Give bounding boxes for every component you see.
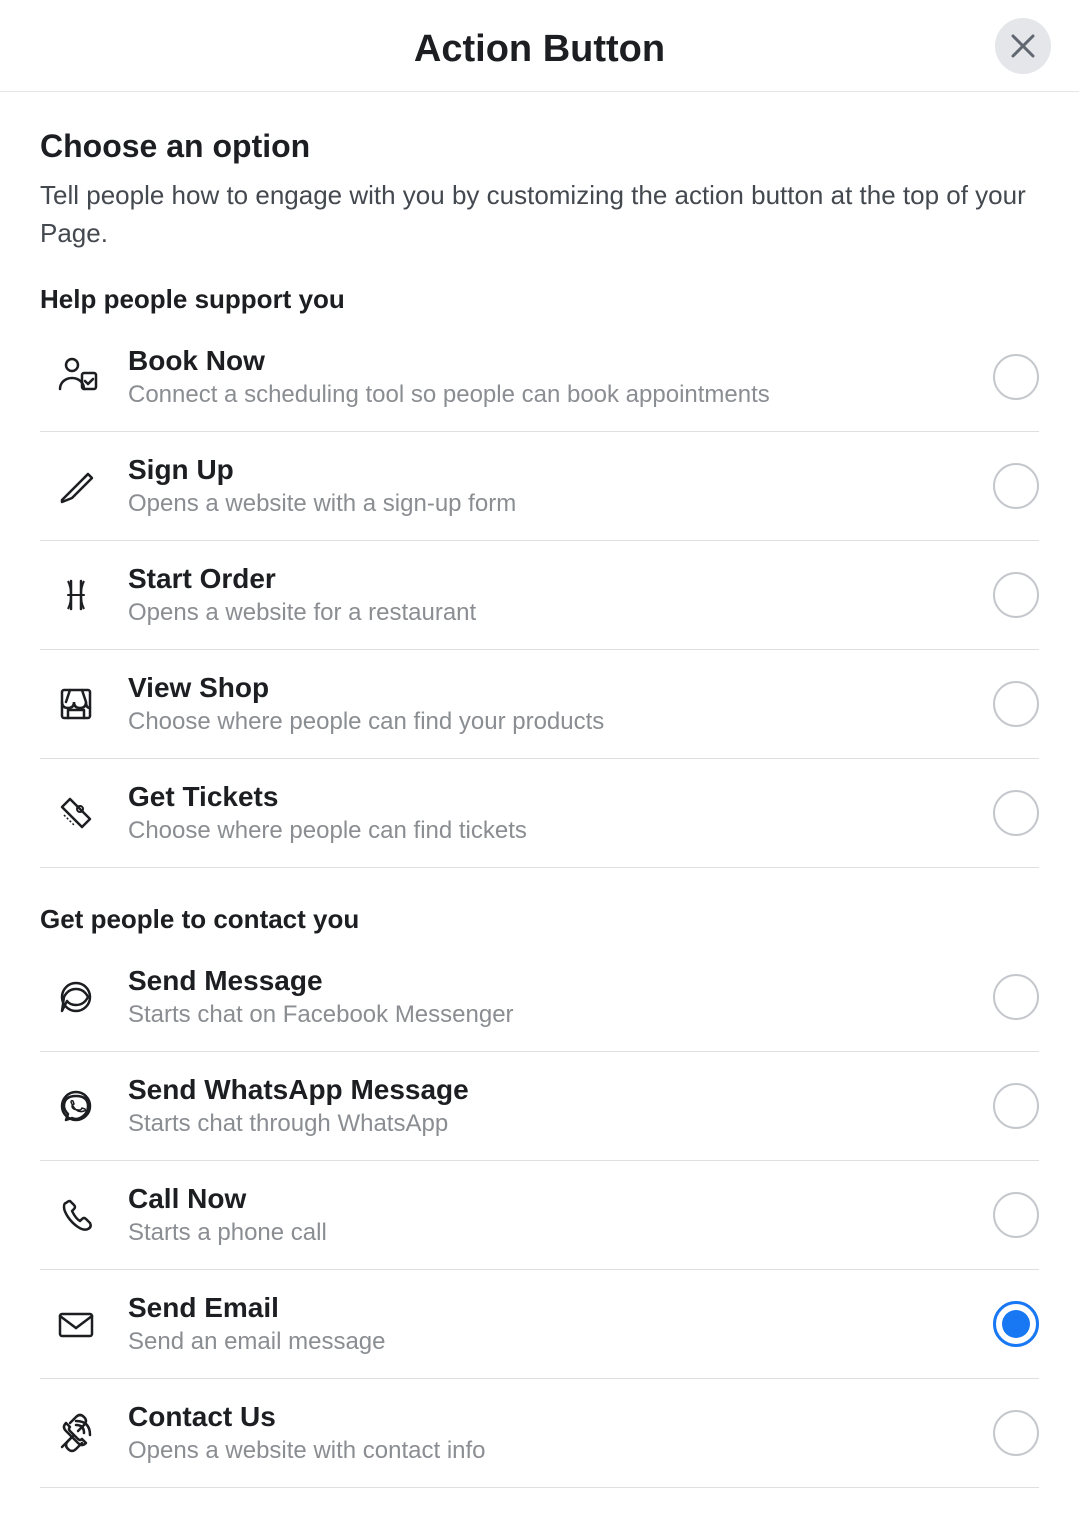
option-send-message-title: Send Message	[128, 965, 977, 997]
option-contact-us-subtitle: Opens a website with contact info	[128, 1437, 977, 1465]
option-contact-us-radio[interactable]	[993, 1410, 1039, 1456]
option-start-order-subtitle: Opens a website for a restaurant	[128, 599, 977, 627]
option-send-message-subtitle: Starts chat on Facebook Messenger	[128, 1001, 977, 1029]
option-send-message-text: Send Message Starts chat on Facebook Mes…	[112, 965, 993, 1029]
option-send-message-radio[interactable]	[993, 974, 1039, 1020]
option-book-now-subtitle: Connect a scheduling tool so people can …	[128, 381, 977, 409]
send-email-icon	[40, 1302, 112, 1346]
option-send-whatsapp-title: Send WhatsApp Message	[128, 1074, 977, 1106]
option-send-whatsapp[interactable]: Send WhatsApp Message Starts chat throug…	[40, 1052, 1039, 1161]
close-button[interactable]	[995, 18, 1051, 74]
option-send-email-radio[interactable]	[993, 1301, 1039, 1347]
option-call-now[interactable]: Call Now Starts a phone call	[40, 1161, 1039, 1270]
option-send-message[interactable]: Send Message Starts chat on Facebook Mes…	[40, 943, 1039, 1052]
option-sign-up[interactable]: Sign Up Opens a website with a sign-up f…	[40, 432, 1039, 541]
section-heading: Choose an option	[40, 128, 1039, 165]
option-call-now-text: Call Now Starts a phone call	[112, 1183, 993, 1247]
option-get-tickets[interactable]: Get Tickets Choose where people can find…	[40, 759, 1039, 868]
option-send-email-subtitle: Send an email message	[128, 1328, 977, 1356]
sign-up-icon	[40, 464, 112, 508]
option-view-shop-text: View Shop Choose where people can find y…	[112, 672, 993, 736]
send-message-icon	[40, 975, 112, 1019]
option-call-now-subtitle: Starts a phone call	[128, 1219, 977, 1247]
option-view-shop-radio[interactable]	[993, 681, 1039, 727]
option-sign-up-title: Sign Up	[128, 454, 977, 486]
option-sign-up-text: Sign Up Opens a website with a sign-up f…	[112, 454, 993, 518]
option-send-email[interactable]: Send Email Send an email message	[40, 1270, 1039, 1379]
option-get-tickets-radio[interactable]	[993, 790, 1039, 836]
option-send-whatsapp-text: Send WhatsApp Message Starts chat throug…	[112, 1074, 993, 1138]
option-book-now-title: Book Now	[128, 345, 977, 377]
option-send-email-text: Send Email Send an email message	[112, 1292, 993, 1356]
option-book-now-text: Book Now Connect a scheduling tool so pe…	[112, 345, 993, 409]
option-book-now[interactable]: Book Now Connect a scheduling tool so pe…	[40, 323, 1039, 432]
option-start-order[interactable]: Start Order Opens a website for a restau…	[40, 541, 1039, 650]
close-icon	[1009, 32, 1037, 60]
content-area: Choose an option Tell people how to enga…	[0, 92, 1079, 1488]
option-contact-us-text: Contact Us Opens a website with contact …	[112, 1401, 993, 1465]
option-sign-up-radio[interactable]	[993, 463, 1039, 509]
option-view-shop[interactable]: View Shop Choose where people can find y…	[40, 650, 1039, 759]
get-tickets-icon	[40, 791, 112, 835]
option-contact-us[interactable]: Contact Us Opens a website with contact …	[40, 1379, 1039, 1488]
option-start-order-text: Start Order Opens a website for a restau…	[112, 563, 993, 627]
option-call-now-radio[interactable]	[993, 1192, 1039, 1238]
option-book-now-radio[interactable]	[993, 354, 1039, 400]
call-now-icon	[40, 1193, 112, 1237]
section-description: Tell people how to engage with you by cu…	[40, 177, 1039, 252]
view-shop-icon	[40, 682, 112, 726]
option-get-tickets-text: Get Tickets Choose where people can find…	[112, 781, 993, 845]
option-view-shop-subtitle: Choose where people can find your produc…	[128, 708, 977, 736]
support-options-list: Book Now Connect a scheduling tool so pe…	[40, 323, 1039, 868]
option-start-order-title: Start Order	[128, 563, 977, 595]
option-call-now-title: Call Now	[128, 1183, 977, 1215]
option-contact-us-title: Contact Us	[128, 1401, 977, 1433]
header: Action Button	[0, 0, 1079, 92]
group-label-contact: Get people to contact you	[40, 904, 1039, 935]
group-label-support: Help people support you	[40, 284, 1039, 315]
page-title: Action Button	[414, 28, 665, 71]
option-send-email-title: Send Email	[128, 1292, 977, 1324]
book-now-icon	[40, 355, 112, 399]
start-order-icon	[40, 573, 112, 617]
option-send-whatsapp-subtitle: Starts chat through WhatsApp	[128, 1110, 977, 1138]
option-start-order-radio[interactable]	[993, 572, 1039, 618]
option-get-tickets-title: Get Tickets	[128, 781, 977, 813]
option-view-shop-title: View Shop	[128, 672, 977, 704]
send-whatsapp-icon	[40, 1084, 112, 1128]
contact-us-icon	[40, 1411, 112, 1455]
option-get-tickets-subtitle: Choose where people can find tickets	[128, 817, 977, 845]
contact-options-list: Send Message Starts chat on Facebook Mes…	[40, 943, 1039, 1488]
option-send-whatsapp-radio[interactable]	[993, 1083, 1039, 1129]
option-sign-up-subtitle: Opens a website with a sign-up form	[128, 490, 977, 518]
